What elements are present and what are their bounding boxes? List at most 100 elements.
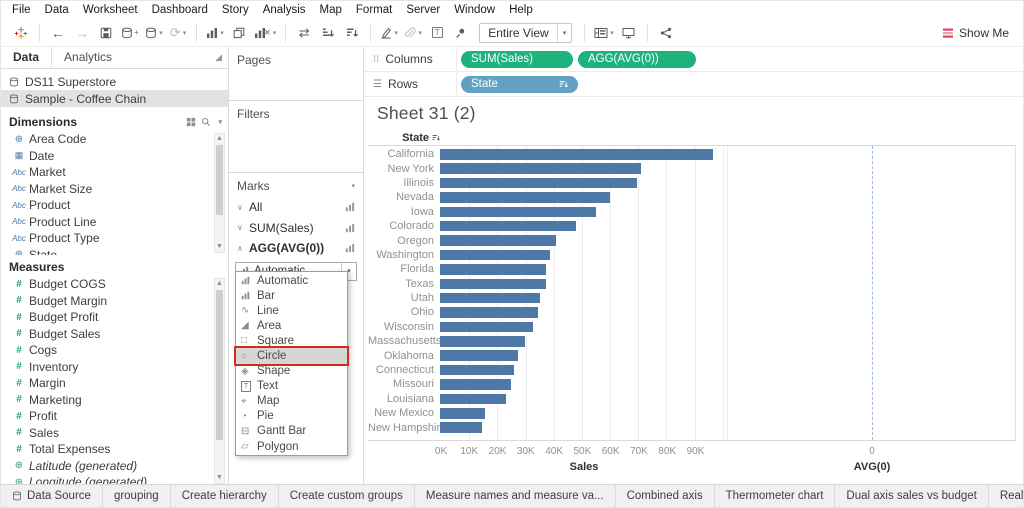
sales-axis-title[interactable]: Sales <box>570 461 599 473</box>
pill-state[interactable]: State <box>461 75 578 93</box>
sheet-tab-thermometer-chart[interactable]: Thermometer chart <box>715 485 836 507</box>
mark-type-square[interactable]: □ Square <box>236 333 347 348</box>
field-market-size[interactable]: Abc Market Size <box>1 181 228 198</box>
bar[interactable] <box>440 350 518 361</box>
field-sales[interactable]: # Sales <box>1 425 228 442</box>
field-budget-sales[interactable]: # Budget Sales <box>1 326 228 343</box>
menu-dashboard[interactable]: Dashboard <box>145 1 215 19</box>
bar[interactable] <box>440 336 525 347</box>
group-members-button[interactable]: ▾ <box>404 22 422 44</box>
menu-worksheet[interactable]: Worksheet <box>76 1 145 19</box>
menu-map[interactable]: Map <box>313 1 349 19</box>
chevron-up-icon[interactable]: ∧ <box>237 244 249 253</box>
bar[interactable] <box>440 321 534 333</box>
field-margin[interactable]: # Margin <box>1 375 228 392</box>
menu-story[interactable]: Story <box>215 1 256 19</box>
view-as-grid-icon[interactable] <box>186 117 196 127</box>
menu-server[interactable]: Server <box>399 1 447 19</box>
bar[interactable] <box>440 149 713 160</box>
field-state[interactable]: ⊕ State <box>1 247 228 255</box>
mark-type-polygon[interactable]: ▱ Polygon <box>236 439 347 454</box>
bar[interactable] <box>440 206 596 218</box>
bar[interactable] <box>440 422 483 433</box>
chevron-down-icon[interactable]: ▾ <box>218 118 222 126</box>
mark-type-bar[interactable]: Bar <box>236 288 347 303</box>
rows-shelf[interactable]: ☰ Rows State <box>364 72 1023 97</box>
new-worksheet-button[interactable]: ▾ <box>206 22 224 44</box>
marks-section-all[interactable]: ∨ All <box>229 197 363 218</box>
mark-type-shape[interactable]: ◈ Shape <box>236 364 347 379</box>
bar[interactable] <box>440 192 610 203</box>
mark-type-line[interactable]: ∿ Line <box>236 303 347 318</box>
field-marketing[interactable]: # Marketing <box>1 392 228 409</box>
field-area-code[interactable]: ⊕ Area Code <box>1 131 228 148</box>
show-mark-labels-button[interactable]: T <box>428 22 446 44</box>
bar[interactable] <box>440 364 514 376</box>
tableau-logo-icon[interactable] <box>12 22 30 44</box>
field-total-expenses[interactable]: # Total Expenses <box>1 441 228 458</box>
field-budget-margin[interactable]: # Budget Margin <box>1 293 228 310</box>
sheet-tab-measure-names-and-measure-va[interactable]: Measure names and measure va... <box>415 485 616 507</box>
sheet-tab-create-custom-groups[interactable]: Create custom groups <box>279 485 415 507</box>
sales-axis-ticks[interactable]: 0K 10K 20K 30K 40K 50K 60K 70K 80K 90K <box>435 446 728 458</box>
fit-selector[interactable]: Entire View ▾ <box>479 22 573 43</box>
field-product-type[interactable]: Abc Product Type <box>1 230 228 247</box>
bar[interactable] <box>440 292 541 304</box>
columns-shelf[interactable]: ⁝⁝ Columns SUM(Sales) AGG(AVG(0)) <box>364 47 1023 72</box>
field-inventory[interactable]: # Inventory <box>1 359 228 376</box>
pill-agg-avg-0[interactable]: AGG(AVG(0)) <box>578 50 696 68</box>
save-button[interactable] <box>97 22 115 44</box>
marks-section-sum-sales[interactable]: ∨ SUM(Sales) <box>229 218 363 239</box>
show-hide-cards-button[interactable]: ▾ <box>594 22 614 44</box>
filters-card[interactable]: Filters <box>229 101 363 173</box>
mark-type-circle[interactable]: ○ Circle <box>234 346 349 366</box>
menu-help[interactable]: Help <box>502 1 540 19</box>
chevron-down-icon[interactable]: ∨ <box>237 203 249 212</box>
sheet-tab-create-hierarchy[interactable]: Create hierarchy <box>171 485 279 507</box>
bar[interactable] <box>440 408 486 419</box>
search-icon[interactable] <box>201 117 211 127</box>
tab-analytics[interactable]: Analytics <box>51 47 215 68</box>
pages-card[interactable]: Pages <box>229 47 363 101</box>
sort-icon[interactable] <box>559 80 568 89</box>
field-product-line[interactable]: Abc Product Line <box>1 214 228 231</box>
menu-window[interactable]: Window <box>447 1 502 19</box>
marks-section-agg-avg-0[interactable]: ∧ AGG(AVG(0)) <box>229 238 363 259</box>
mark-type-gantt-bar[interactable]: ⊟ Gantt Bar <box>236 424 347 439</box>
new-data-source-button[interactable]: + <box>121 22 139 44</box>
menu-file[interactable]: File <box>5 1 38 19</box>
data-source-sample-coffee-chain[interactable]: Sample - Coffee Chain <box>1 90 228 107</box>
data-source-ds11-superstore[interactable]: DS11 Superstore <box>1 73 228 90</box>
menu-data[interactable]: Data <box>38 1 76 19</box>
sheet-tab-real-thermometer-chart[interactable]: Real thermometer chart <box>989 485 1023 507</box>
bar[interactable] <box>440 307 538 318</box>
sheet-tab-combined-axis[interactable]: Combined axis <box>616 485 715 507</box>
field-budget-profit[interactable]: # Budget Profit <box>1 309 228 326</box>
pill-sum-sales[interactable]: SUM(Sales) <box>461 50 573 68</box>
share-workbook-button[interactable] <box>657 22 675 44</box>
bar[interactable] <box>440 393 507 405</box>
fix-axes-button[interactable] <box>452 22 470 44</box>
mark-type-pie[interactable]: ◔ Pie <box>236 409 347 424</box>
bar[interactable] <box>440 163 641 174</box>
field-profit[interactable]: # Profit <box>1 408 228 425</box>
show-me-button[interactable]: Show Me <box>942 26 1015 40</box>
field-product[interactable]: Abc Product <box>1 197 228 214</box>
sort-descending-button[interactable] <box>343 22 361 44</box>
mark-type-area[interactable]: ◢ Area <box>236 318 347 333</box>
menu-format[interactable]: Format <box>349 1 399 19</box>
chevron-down-icon[interactable]: ∨ <box>237 223 249 232</box>
sheet-title[interactable]: Sheet 31 (2) <box>377 103 476 124</box>
pause-auto-updates-button[interactable]: ▾ <box>145 22 163 44</box>
field-latitude-generated[interactable]: ⊕ Latitude (generated) <box>1 458 228 475</box>
chevron-down-icon[interactable]: ▾ <box>556 23 572 42</box>
measures-scrollbar[interactable]: ▲ ▼ <box>214 278 225 484</box>
presentation-mode-button[interactable] <box>620 22 638 44</box>
sheet-tab-grouping[interactable]: grouping <box>103 485 171 507</box>
field-date[interactable]: ▦ Date <box>1 148 228 165</box>
tab-data[interactable]: Data <box>1 47 51 68</box>
bar[interactable] <box>440 177 637 189</box>
mark-type-text[interactable]: T Text <box>236 379 347 394</box>
mark-type-map[interactable]: ⌖ Map <box>236 394 347 409</box>
redo-button[interactable]: → <box>73 22 91 44</box>
